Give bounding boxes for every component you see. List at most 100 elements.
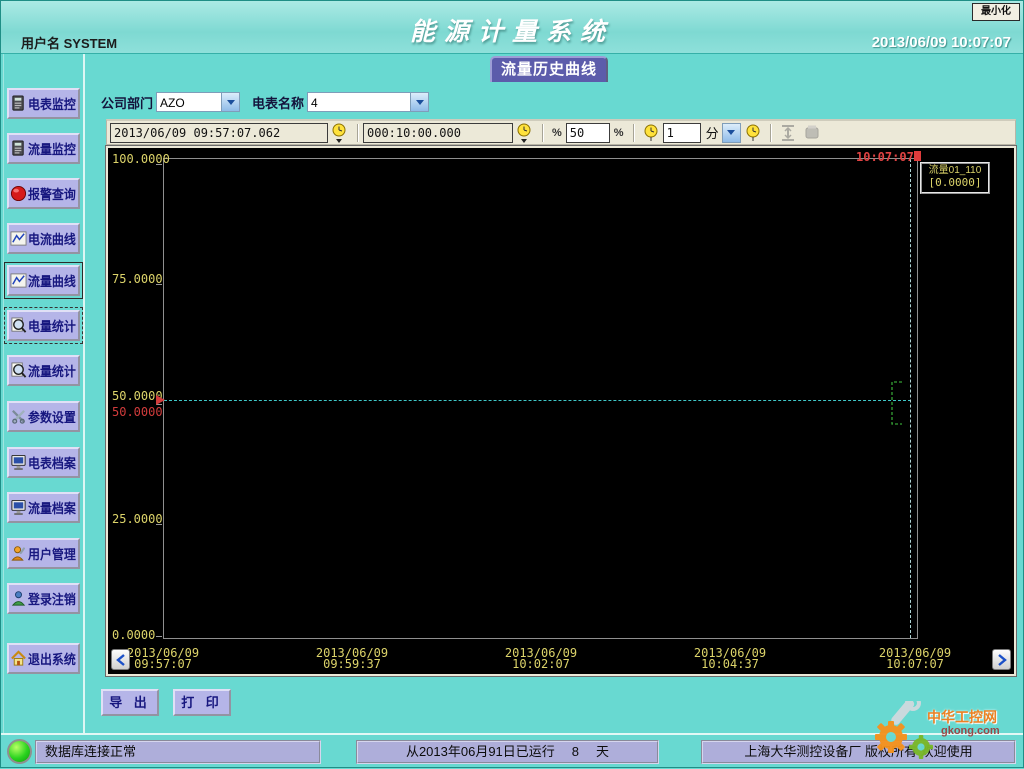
- sidebar-item-label: 报警查询: [28, 184, 76, 203]
- meter-icon: [10, 95, 27, 112]
- y-axis-tick: 25.0000: [112, 512, 172, 526]
- interval-unit-value: 分: [706, 123, 719, 142]
- magnifier-icon: [10, 362, 27, 379]
- curve-icon: [10, 272, 27, 289]
- sidebar-item-login-logout[interactable]: 登录注销: [7, 583, 80, 614]
- sidebar-item-current-curve[interactable]: 电流曲线: [7, 223, 80, 254]
- cursor-value-label: 50.0000: [112, 405, 163, 419]
- x-axis-tick: 2013/06/0910:02:07: [486, 648, 596, 670]
- wrench-icon: [890, 701, 919, 726]
- y-axis-tick: 100.0000: [112, 152, 172, 166]
- sidebar-item-alarm-query[interactable]: 报警查询: [7, 178, 80, 209]
- header-datetime: 2013/06/09 10:07:07: [872, 34, 1011, 51]
- trend-chart[interactable]: 100.0000 75.0000 50.0000 25.0000 0.0000 …: [106, 146, 1016, 676]
- cursor-time-label: 10:07:07: [856, 150, 914, 164]
- print-button[interactable]: 打 印: [173, 689, 231, 716]
- interval-unit-select[interactable]: 分: [703, 123, 741, 143]
- chevron-down-icon[interactable]: [221, 93, 239, 111]
- monitor-icon: [10, 499, 27, 516]
- login-icon: [10, 590, 27, 607]
- department-value: AZO: [157, 93, 221, 111]
- tab-flow-history-curve[interactable]: 流量历史曲线: [490, 56, 608, 82]
- sidebar-item-param-settings[interactable]: 参数设置: [7, 401, 80, 432]
- copyright-text: 上海大华测控设备厂 版权所有 欢迎使用: [701, 740, 1016, 764]
- sidebar-item-label: 流量档案: [28, 498, 76, 517]
- user-label: 用户名 SYSTEM: [21, 33, 117, 52]
- page-title: 能源计量系统: [1, 12, 1023, 48]
- x-axis-tick: 2013/06/0909:59:37: [297, 648, 407, 670]
- print-preview-icon: [803, 123, 821, 143]
- sidebar-item-flow-archive[interactable]: 流量档案: [7, 492, 80, 523]
- chevron-down-icon[interactable]: [722, 123, 741, 143]
- clock-icon[interactable]: [744, 123, 762, 143]
- department-label: 公司部门: [101, 93, 153, 112]
- sidebar-item-flow-monitor[interactable]: 流量监控: [7, 133, 80, 164]
- time-span-input[interactable]: [363, 123, 513, 143]
- meter-icon: [10, 140, 27, 157]
- interval-input[interactable]: [663, 123, 701, 143]
- department-select[interactable]: AZO: [156, 92, 240, 112]
- sidebar-item-flow-stats[interactable]: 流量统计: [7, 355, 80, 386]
- curve-icon: [10, 230, 27, 247]
- magnifier-icon: [10, 317, 27, 334]
- clock-picker-icon[interactable]: [331, 123, 349, 143]
- watermark-site-name: 中华工控网: [927, 707, 997, 727]
- sidebar-item-label: 电量统计: [28, 316, 76, 335]
- scroll-left-button[interactable]: [111, 649, 130, 670]
- chevron-right-icon: [997, 654, 1007, 666]
- runtime-prefix: 从2013年06月91日已运行: [406, 744, 555, 759]
- percent-input[interactable]: [566, 123, 610, 143]
- x-axis-tick: 2013/06/0910:04:37: [675, 648, 785, 670]
- runtime-days: 8: [558, 742, 592, 762]
- plot-area[interactable]: [163, 158, 918, 639]
- zoom-percent-icon[interactable]: %: [552, 127, 562, 139]
- alarm-icon: [10, 185, 27, 202]
- sidebar-item-label: 参数设置: [28, 407, 76, 426]
- sidebar-item-user-management[interactable]: 用户管理: [7, 538, 80, 569]
- series-current-value: [0.0000]: [922, 177, 988, 189]
- record-marker-icon: [914, 151, 921, 161]
- runtime-unit: 天: [596, 744, 609, 759]
- clock-icon[interactable]: [642, 123, 660, 143]
- zoom-percent-icon[interactable]: %: [614, 127, 624, 139]
- selection-bracket-icon: [888, 378, 918, 428]
- clock-picker-icon[interactable]: [516, 123, 534, 143]
- chevron-down-icon[interactable]: [410, 93, 428, 111]
- db-status-text: 数据库连接正常: [35, 740, 321, 764]
- sidebar-item-meter-monitor[interactable]: 电表监控: [7, 88, 80, 119]
- start-time-input[interactable]: [110, 123, 328, 143]
- runtime-status: 从2013年06月91日已运行 8 天: [356, 740, 659, 764]
- home-icon: [10, 650, 27, 667]
- monitor-icon: [10, 454, 27, 471]
- sidebar-item-label: 电流曲线: [28, 229, 76, 248]
- sidebar-item-meter-archive[interactable]: 电表档案: [7, 447, 80, 478]
- sidebar-item-label: 用户管理: [28, 544, 76, 563]
- chevron-left-icon: [116, 654, 126, 666]
- horizontal-cursor-line[interactable]: [164, 400, 911, 401]
- sidebar: 电表监控 流量监控 报警查询 电流曲线 流量曲线 电量统计 流量统计 参数设置: [3, 54, 85, 734]
- fit-vertical-icon: [779, 123, 797, 143]
- sidebar-item-label: 电表监控: [28, 94, 76, 113]
- curve-toolbar: % % 分: [106, 119, 1016, 145]
- sidebar-item-exit-system[interactable]: 退出系统: [7, 643, 80, 674]
- settings-icon: [10, 408, 27, 425]
- filter-row: 公司部门 AZO 电表名称 4: [101, 91, 429, 113]
- cursor-flag-icon: [156, 395, 165, 405]
- header: 能源计量系统 用户名 SYSTEM 2013/06/09 10:07:07 最小…: [1, 1, 1023, 54]
- minimize-button[interactable]: 最小化: [972, 3, 1020, 21]
- app-window: 能源计量系统 用户名 SYSTEM 2013/06/09 10:07:07 最小…: [0, 0, 1024, 768]
- sidebar-item-energy-stats[interactable]: 电量统计: [7, 310, 80, 341]
- export-button[interactable]: 导 出: [101, 689, 159, 716]
- meter-name-select[interactable]: 4: [307, 92, 429, 112]
- y-axis-tick: 75.0000: [112, 272, 172, 286]
- x-axis-tick: 2013/06/0910:07:07: [860, 648, 970, 670]
- sidebar-item-flow-curve[interactable]: 流量曲线: [7, 265, 80, 296]
- sidebar-item-label: 登录注销: [28, 589, 76, 608]
- y-axis-tick: 0.0000: [112, 628, 172, 642]
- sidebar-item-label: 流量统计: [28, 361, 76, 380]
- sidebar-item-label: 退出系统: [28, 649, 76, 668]
- sidebar-item-label: 流量监控: [28, 139, 76, 158]
- scroll-right-button[interactable]: [992, 649, 1011, 670]
- db-status-lamp-icon: [7, 739, 32, 764]
- user-admin-icon: [10, 545, 27, 562]
